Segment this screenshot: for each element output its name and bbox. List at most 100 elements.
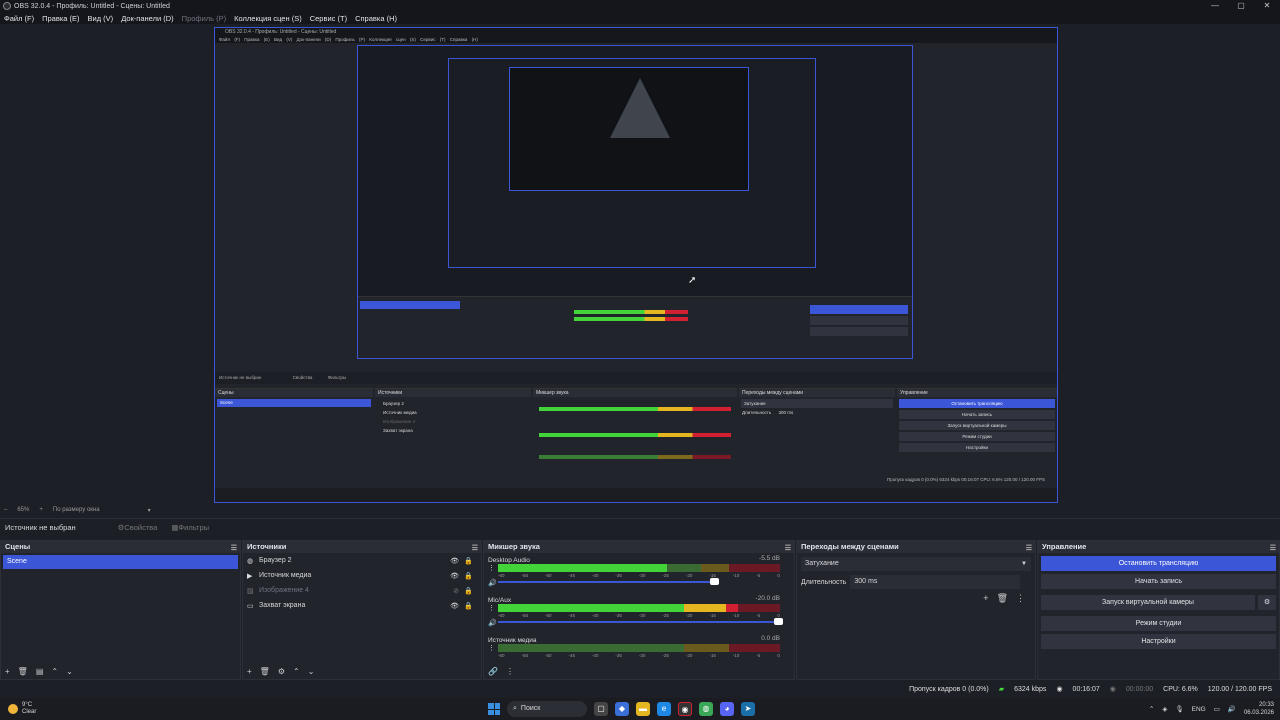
app-icon[interactable]: ◆ bbox=[615, 702, 629, 716]
lock-icon[interactable]: 🔒 bbox=[464, 602, 473, 610]
network-icon[interactable]: ▭ bbox=[1214, 705, 1220, 713]
zoom-plus-icon[interactable]: + bbox=[39, 507, 43, 513]
move-up-icon[interactable]: ⌃ bbox=[293, 667, 300, 676]
taskbar-search[interactable]: ⌕ Поиск bbox=[507, 701, 587, 717]
monitor-icon: ▭ bbox=[247, 602, 254, 610]
microphone-icon[interactable]: 🎙 bbox=[1175, 705, 1183, 713]
obs-app-icon[interactable]: ◉ bbox=[678, 702, 692, 716]
add-source-icon[interactable]: + bbox=[247, 667, 252, 676]
speaker-icon[interactable]: 🔊 bbox=[488, 579, 497, 587]
nested-docks: Сцены Scene Источники Браузер 2 Источник… bbox=[215, 388, 1057, 488]
signal-icon: ▰ bbox=[998, 686, 1005, 693]
mixer-header: Микшер звука ☰ bbox=[484, 541, 794, 553]
file-explorer-icon[interactable]: ▬ bbox=[636, 702, 650, 716]
discord-icon[interactable]: ◕ bbox=[720, 702, 734, 716]
nested-title: OBS 32.0.4 - Профиль: Untitled - Сцены: … bbox=[215, 28, 1057, 36]
dock-menu-icon[interactable]: ☰ bbox=[231, 543, 237, 555]
menu-docks[interactable]: Док-панели (D) bbox=[121, 14, 173, 23]
virtual-cam-settings-icon[interactable]: ⚙ bbox=[1258, 595, 1276, 610]
edge-browser-icon[interactable]: e bbox=[657, 702, 671, 716]
kebab-menu-icon[interactable]: ⋮ bbox=[488, 564, 495, 572]
remove-source-icon[interactable]: 🗑 bbox=[260, 667, 270, 676]
transitions-title: Переходы между сценами bbox=[801, 542, 899, 551]
task-view-icon[interactable]: ▢ bbox=[594, 702, 608, 716]
nested-mixer-dock: Микшер звука bbox=[533, 388, 737, 488]
move-down-icon[interactable]: ⌄ bbox=[308, 667, 315, 676]
filters-button[interactable]: ▦ Фильтры bbox=[171, 523, 209, 532]
menu-view[interactable]: Вид (V) bbox=[88, 14, 114, 23]
menu-scene-collection[interactable]: Коллекция сцен (S) bbox=[234, 14, 302, 23]
menu-tools[interactable]: Сервис (T) bbox=[310, 14, 347, 23]
mixer-channel: Mic/Aux -20.0 dB ⋮ -60 -55 -50 -45 -40 -35 -30… bbox=[484, 593, 794, 633]
nested-controls-level2 bbox=[808, 303, 910, 338]
lock-icon[interactable]: 🔒 bbox=[464, 587, 473, 595]
kebab-menu-icon[interactable]: ⋮ bbox=[488, 644, 495, 652]
properties-button[interactable]: ⚙ Свойства bbox=[118, 523, 158, 532]
kebab-menu-icon[interactable]: ⋮ bbox=[1016, 593, 1025, 604]
kebab-menu-icon[interactable]: ⋮ bbox=[506, 667, 514, 676]
volume-slider-handle[interactable] bbox=[774, 618, 783, 625]
zoom-mode[interactable]: По размеру окна bbox=[53, 507, 100, 513]
nested-preview-level3 bbox=[448, 58, 816, 268]
channel-name: Источник медиа bbox=[488, 637, 537, 644]
windows-start-icon[interactable] bbox=[488, 703, 500, 715]
transition-toolbar: + 🗑 ⋮ bbox=[983, 593, 1025, 604]
add-scene-icon[interactable]: + bbox=[5, 667, 10, 676]
scene-item[interactable]: Scene bbox=[3, 555, 238, 569]
start-record-button[interactable]: Начать запись bbox=[1041, 574, 1276, 589]
visibility-icon[interactable]: 👁 bbox=[450, 602, 459, 610]
source-row[interactable]: ◍ Браузер 2 👁 🔒 bbox=[243, 553, 481, 568]
dock-menu-icon[interactable]: ☰ bbox=[1270, 543, 1276, 555]
add-transition-icon[interactable]: + bbox=[983, 593, 988, 604]
kebab-menu-icon[interactable]: ⋮ bbox=[488, 604, 495, 612]
controls-header: Управление ☰ bbox=[1038, 541, 1279, 553]
transition-select[interactable]: Затухание ▼ bbox=[801, 557, 1031, 571]
chrome-icon[interactable]: ◍ bbox=[699, 702, 713, 716]
visibility-icon[interactable]: 👁 bbox=[450, 572, 459, 580]
volume-slider-handle[interactable] bbox=[710, 578, 719, 585]
zoom-dropdown-icon[interactable]: ▾ bbox=[148, 507, 151, 514]
lock-icon[interactable]: 🔒 bbox=[464, 557, 473, 565]
speaker-icon[interactable]: 🔊 bbox=[488, 619, 497, 627]
chevron-up-icon[interactable]: ⌃ bbox=[1149, 705, 1154, 713]
filters-label: Фильтры bbox=[178, 523, 210, 532]
maximize-button[interactable]: ▢ bbox=[1228, 0, 1254, 12]
move-down-icon[interactable]: ⌄ bbox=[66, 667, 73, 676]
language-indicator[interactable]: ENG bbox=[1192, 706, 1206, 713]
close-button[interactable]: ✕ bbox=[1254, 0, 1280, 12]
menu-help[interactable]: Справка (H) bbox=[355, 14, 397, 23]
zoom-minus-icon[interactable]: – bbox=[4, 507, 7, 513]
menu-file[interactable]: Файл (F) bbox=[4, 14, 34, 23]
move-up-icon[interactable]: ⌃ bbox=[51, 667, 58, 676]
channel-name: Mic/Aux bbox=[488, 597, 512, 604]
steam-icon[interactable]: ➤ bbox=[741, 702, 755, 716]
source-settings-icon[interactable]: ⚙ bbox=[278, 667, 285, 676]
source-row[interactable]: ▨ Изображение 4 ⊘ 🔒 bbox=[243, 583, 481, 598]
stop-stream-button[interactable]: Остановить трансляцию bbox=[1041, 556, 1276, 571]
visibility-off-icon[interactable]: ⊘ bbox=[453, 587, 459, 595]
clock[interactable]: 20:33 06.03.2026 bbox=[1244, 701, 1274, 717]
menu-edit[interactable]: Правка (E) bbox=[42, 14, 79, 23]
mixer-toolbar: 🔗 ⋮ bbox=[484, 663, 794, 679]
menu-profile[interactable]: Профиль (P) bbox=[182, 14, 226, 23]
visibility-icon[interactable]: 👁 bbox=[450, 557, 459, 565]
source-row[interactable]: ▶ Источник медиа 👁 🔒 bbox=[243, 568, 481, 583]
virtual-cam-button[interactable]: Запуск виртуальной камеры bbox=[1041, 595, 1255, 610]
volume-icon[interactable]: 🔊 bbox=[1228, 705, 1236, 713]
source-row[interactable]: ▭ Захват экрана 👁 🔒 bbox=[243, 598, 481, 613]
dock-menu-icon[interactable]: ☰ bbox=[1026, 543, 1032, 555]
security-icon[interactable]: ◈ bbox=[1162, 705, 1167, 713]
studio-mode-button[interactable]: Режим студии bbox=[1041, 616, 1276, 631]
duration-input[interactable]: 300 ms bbox=[850, 575, 1021, 589]
remove-transition-icon[interactable]: 🗑 bbox=[997, 593, 1008, 604]
scene-filters-icon[interactable]: ▤ bbox=[36, 667, 44, 676]
weather-widget[interactable]: 9°C Clear bbox=[8, 702, 36, 716]
remove-scene-icon[interactable]: 🗑 bbox=[18, 667, 28, 676]
lock-icon[interactable]: 🔒 bbox=[464, 572, 473, 580]
source-name: Захват экрана bbox=[259, 602, 306, 609]
volume-slider-track[interactable] bbox=[498, 581, 710, 583]
volume-slider-track[interactable] bbox=[498, 621, 780, 623]
settings-button[interactable]: Настройки bbox=[1041, 634, 1276, 649]
minimize-button[interactable]: — bbox=[1202, 0, 1228, 12]
link-icon[interactable]: 🔗 bbox=[488, 667, 498, 676]
